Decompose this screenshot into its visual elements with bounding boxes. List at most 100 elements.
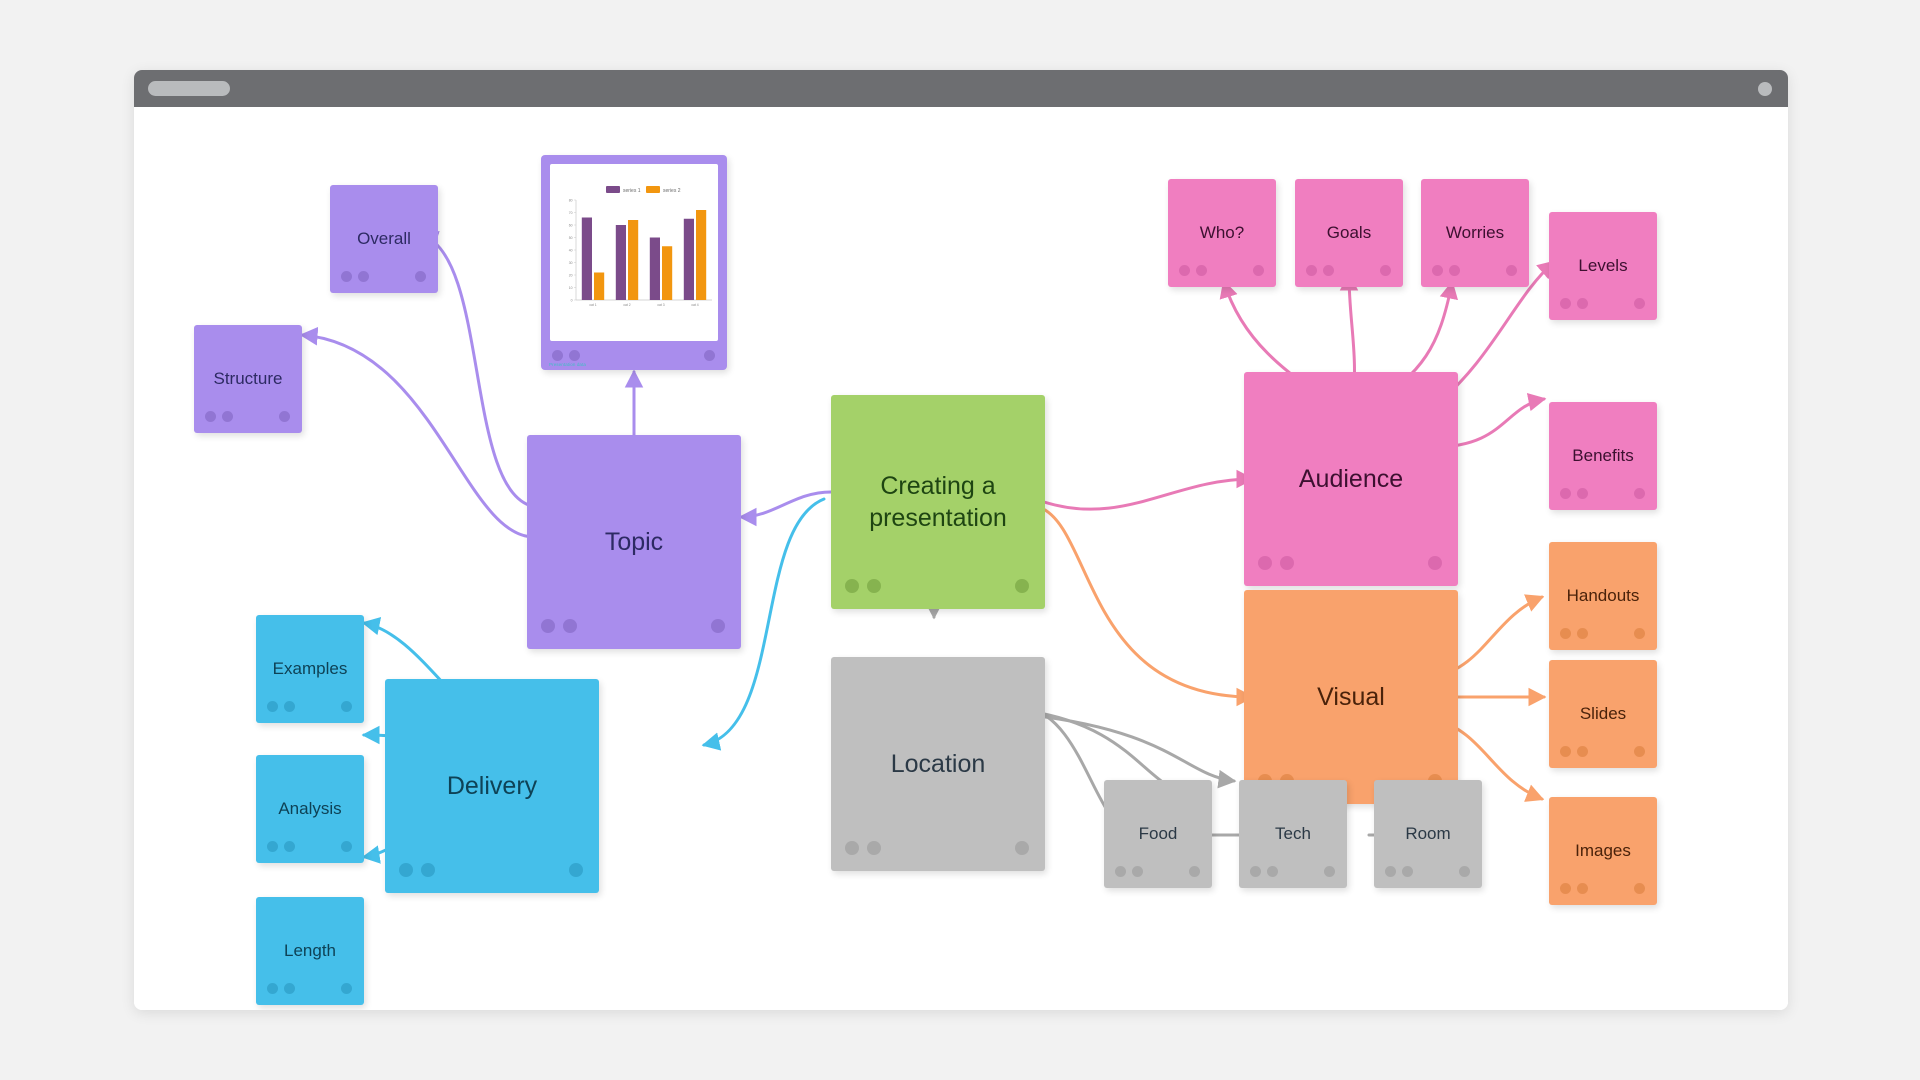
node-dot[interactable] [1015, 579, 1029, 593]
node-dot[interactable] [1132, 866, 1143, 877]
node-dot[interactable] [267, 841, 278, 852]
node-dot[interactable] [1179, 265, 1190, 276]
node-dot[interactable] [358, 271, 369, 282]
node-dot[interactable] [1577, 488, 1588, 499]
node-worries[interactable]: Worries [1421, 179, 1529, 287]
node-dot[interactable] [341, 271, 352, 282]
mindmap-canvas[interactable]: Overall Structure series 1 series 2 0 10… [134, 107, 1788, 1010]
bar-series-1-cat-4 [683, 218, 694, 300]
node-dot[interactable] [1577, 746, 1588, 757]
node-tech[interactable]: Tech [1239, 780, 1347, 888]
node-dot[interactable] [845, 841, 859, 855]
node-food[interactable]: Food [1104, 780, 1212, 888]
node-dot[interactable] [284, 701, 295, 712]
node-dot[interactable] [1280, 556, 1294, 570]
node-visual[interactable]: Visual [1244, 590, 1458, 804]
node-room[interactable]: Room [1374, 780, 1482, 888]
node-dot[interactable] [1267, 866, 1278, 877]
node-dot[interactable] [341, 983, 352, 994]
node-goals[interactable]: Goals [1295, 179, 1403, 287]
node-levels[interactable]: Levels [1549, 212, 1657, 320]
node-dot[interactable] [1634, 883, 1645, 894]
node-dot[interactable] [1402, 866, 1413, 877]
node-structure[interactable]: Structure [194, 325, 302, 433]
node-dot[interactable] [1449, 265, 1460, 276]
node-dot[interactable] [1324, 866, 1335, 877]
node-dot[interactable] [867, 579, 881, 593]
chart-preview[interactable]: series 1 series 2 0 10 20 30 40 50 60 70 80 cat … [550, 164, 718, 341]
node-slides[interactable]: Slides [1549, 660, 1657, 768]
node-dot[interactable] [267, 701, 278, 712]
node-dot[interactable] [1560, 883, 1571, 894]
node-length[interactable]: Length [256, 897, 364, 1005]
node-dot[interactable] [1253, 265, 1264, 276]
bar-chart: series 1 series 2 0 10 20 30 40 50 60 70 80 cat … [569, 186, 712, 307]
node-dot[interactable] [1323, 265, 1334, 276]
svg-text:cat 4: cat 4 [691, 303, 698, 307]
node-dot[interactable] [415, 271, 426, 282]
node-delivery[interactable]: Delivery [385, 679, 599, 893]
app-window: Overall Structure series 1 series 2 0 10… [134, 70, 1788, 1010]
node-chart-card[interactable]: series 1 series 2 0 10 20 30 40 50 60 70 80 cat … [541, 155, 727, 370]
node-root-creating-a-presentation[interactable]: Creating a presentation [831, 395, 1045, 609]
window-drag-handle[interactable] [148, 81, 230, 96]
node-dot[interactable] [421, 863, 435, 877]
node-dot[interactable] [1258, 556, 1272, 570]
window-menu-dot-icon[interactable] [1758, 82, 1772, 96]
node-dot[interactable] [569, 350, 580, 361]
node-dot[interactable] [222, 411, 233, 422]
node-dot[interactable] [711, 619, 725, 633]
node-dot[interactable] [1432, 265, 1443, 276]
node-dot[interactable] [399, 863, 413, 877]
node-dot[interactable] [1250, 866, 1261, 877]
node-label: Worries [1445, 223, 1505, 243]
node-benefits[interactable]: Benefits [1549, 402, 1657, 510]
node-dot[interactable] [1506, 265, 1517, 276]
node-dot[interactable] [1577, 883, 1588, 894]
node-dot[interactable] [1459, 866, 1470, 877]
node-overall[interactable]: Overall [330, 185, 438, 293]
svg-text:0: 0 [571, 299, 573, 303]
node-dot[interactable] [205, 411, 216, 422]
node-who[interactable]: Who? [1168, 179, 1276, 287]
node-dot[interactable] [541, 619, 555, 633]
node-dot[interactable] [1115, 866, 1126, 877]
node-topic[interactable]: Topic [527, 435, 741, 649]
node-dot[interactable] [704, 350, 715, 361]
node-dot[interactable] [341, 841, 352, 852]
node-dot[interactable] [1560, 298, 1571, 309]
node-dot[interactable] [1634, 488, 1645, 499]
node-dot[interactable] [1385, 866, 1396, 877]
node-dot[interactable] [1428, 556, 1442, 570]
node-dot[interactable] [284, 983, 295, 994]
node-dot[interactable] [1577, 298, 1588, 309]
node-dot[interactable] [267, 983, 278, 994]
node-handouts[interactable]: Handouts [1549, 542, 1657, 650]
node-dot[interactable] [552, 350, 563, 361]
node-examples[interactable]: Examples [256, 615, 364, 723]
node-dot[interactable] [1560, 628, 1571, 639]
node-dot[interactable] [1577, 628, 1588, 639]
node-dot[interactable] [1634, 746, 1645, 757]
node-dot[interactable] [845, 579, 859, 593]
node-dot[interactable] [1634, 628, 1645, 639]
node-dot[interactable] [563, 619, 577, 633]
node-dot[interactable] [1306, 265, 1317, 276]
node-dot[interactable] [1196, 265, 1207, 276]
node-dot[interactable] [1380, 265, 1391, 276]
node-dot[interactable] [1560, 488, 1571, 499]
node-dot[interactable] [867, 841, 881, 855]
node-dot[interactable] [1189, 866, 1200, 877]
node-location[interactable]: Location [831, 657, 1045, 871]
node-dot[interactable] [279, 411, 290, 422]
node-dot[interactable] [1560, 746, 1571, 757]
node-dot[interactable] [284, 841, 295, 852]
node-dot[interactable] [569, 863, 583, 877]
node-dot[interactable] [1015, 841, 1029, 855]
node-analysis[interactable]: Analysis [256, 755, 364, 863]
node-images[interactable]: Images [1549, 797, 1657, 905]
node-audience[interactable]: Audience [1244, 372, 1458, 586]
node-dot[interactable] [341, 701, 352, 712]
edge-root-visual [1037, 505, 1255, 707]
node-dot[interactable] [1634, 298, 1645, 309]
